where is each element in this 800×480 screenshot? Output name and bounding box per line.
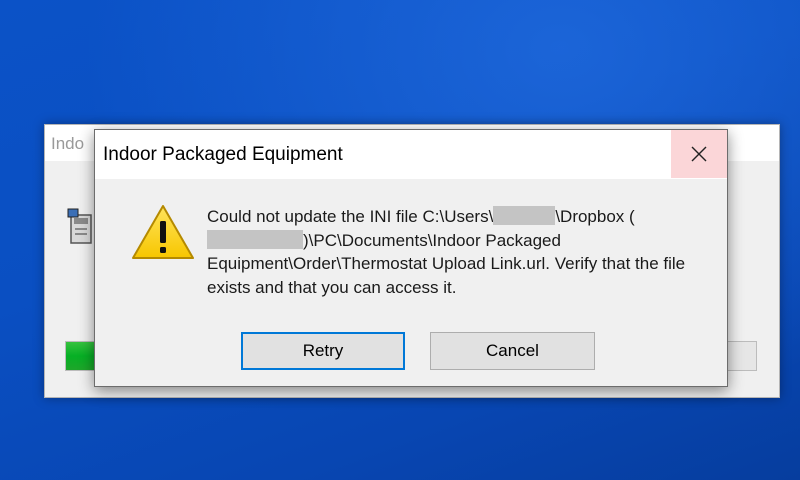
installer-icon: [67, 208, 92, 244]
message-text-part1: Could not update the INI file C:\Users\: [207, 207, 494, 226]
retry-button[interactable]: Retry: [241, 332, 405, 370]
redacted-username: [493, 206, 556, 225]
error-message: Could not update the INI file C:\Users\ \…: [207, 205, 707, 299]
background-window-title: Indo: [51, 134, 85, 153]
dialog-button-row: Retry Cancel: [95, 332, 727, 372]
close-button[interactable]: [671, 130, 727, 178]
dialog-titlebar[interactable]: Indoor Packaged Equipment: [95, 130, 727, 179]
close-icon: [691, 146, 707, 162]
redacted-dropbox-name: [207, 229, 303, 249]
message-text-part2: \Dropbox (: [555, 207, 635, 226]
warning-icon: [132, 205, 194, 259]
cancel-button[interactable]: Cancel: [430, 332, 595, 370]
install-progress-fill: [66, 342, 98, 370]
dialog-title: Indoor Packaged Equipment: [103, 144, 343, 165]
error-dialog[interactable]: Indoor Packaged Equipment Could not upda…: [94, 129, 728, 387]
